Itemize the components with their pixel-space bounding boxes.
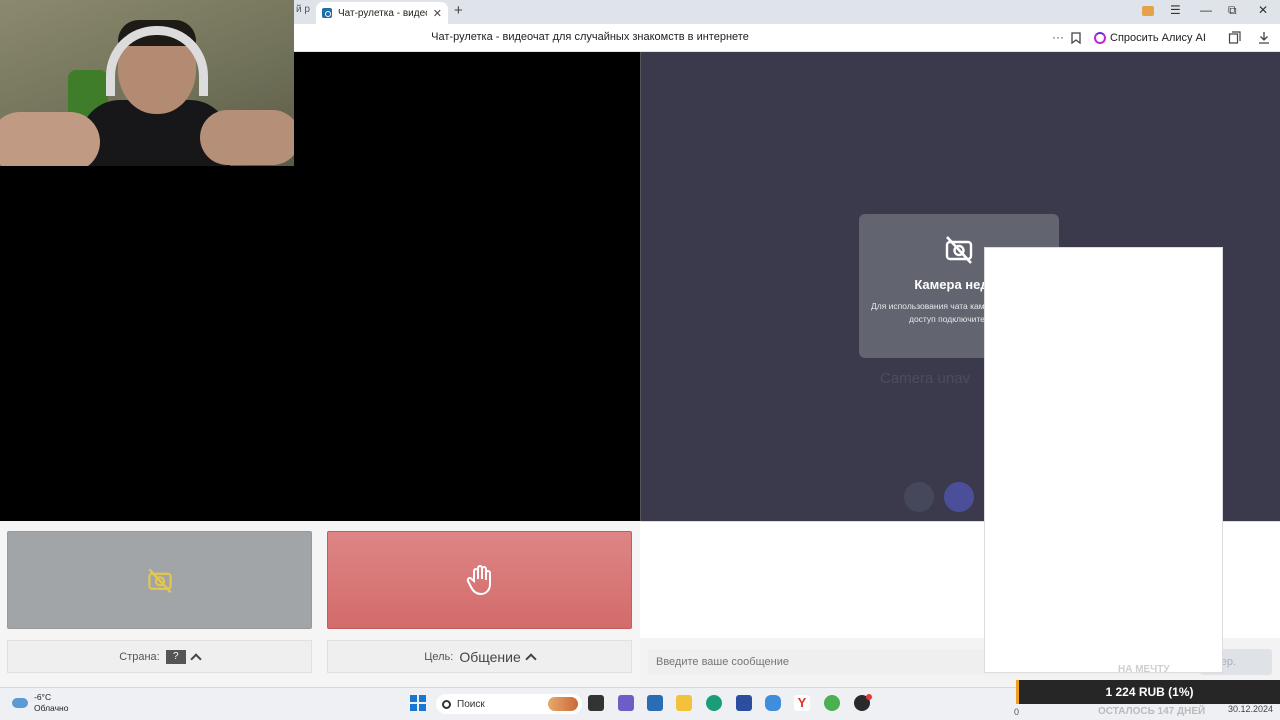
taskview-icon[interactable] <box>588 695 604 711</box>
tray-indicator: 0 <box>1014 707 1020 717</box>
camera-toggle-button[interactable] <box>944 482 974 512</box>
donation-amount: 1 224 RUB (1%) <box>1105 685 1194 699</box>
edge-icon[interactable] <box>706 695 722 711</box>
chevron-up-icon <box>525 652 537 665</box>
more-icon[interactable]: ··· <box>1052 30 1064 44</box>
extension-icon[interactable] <box>1142 6 1154 16</box>
store-icon[interactable] <box>647 695 663 711</box>
search-highlight-image <box>548 697 578 711</box>
collections-icon[interactable] <box>1228 31 1241 44</box>
cloud-icon <box>12 698 28 708</box>
maximize-button[interactable]: ⧉ <box>1228 3 1237 18</box>
alisa-icon <box>1094 32 1106 44</box>
chat-app-icon[interactable] <box>765 695 781 711</box>
weather-temp: -6°C <box>34 692 52 702</box>
menu-icon[interactable]: ☰ <box>1170 3 1181 17</box>
goal-select[interactable]: Цель: Общение <box>327 640 632 673</box>
camera-off-icon <box>945 236 973 264</box>
tab-previous[interactable]: й р <box>296 4 310 15</box>
tab-title: Чат-рулетка - видеоча <box>338 7 427 19</box>
microphone-button[interactable] <box>904 482 934 512</box>
site-favicon-icon <box>322 8 332 18</box>
donation-days-left: ОСТАЛОСЬ 147 ДНЕЙ <box>1098 706 1206 717</box>
file-explorer-icon[interactable] <box>676 695 692 711</box>
tray-date[interactable]: 30.12.2024 <box>1228 704 1273 714</box>
country-flag-unknown: ? <box>165 649 186 664</box>
new-tab-button[interactable]: + <box>454 2 463 19</box>
blank-popup <box>984 247 1223 673</box>
donation-progress-bar: 1 224 RUB (1%) <box>1016 680 1280 704</box>
chevron-up-icon <box>190 652 202 665</box>
hand-icon <box>466 565 491 596</box>
minimize-button[interactable]: — <box>1200 3 1212 17</box>
mail-icon[interactable] <box>736 695 752 711</box>
search-icon <box>442 699 451 709</box>
bookmark-icon[interactable] <box>1071 32 1081 44</box>
yandex-browser-icon[interactable]: Y <box>794 695 810 711</box>
download-icon[interactable] <box>1258 31 1270 44</box>
utorrent-icon[interactable] <box>824 695 840 711</box>
country-label: Страна: <box>119 650 160 663</box>
windows-start-icon[interactable] <box>410 695 426 711</box>
goal-value: Общение <box>459 648 521 665</box>
camera-unavailable-faint-text: Camera unav <box>880 370 971 387</box>
goal-label: Цель: <box>424 650 454 663</box>
weather-widget[interactable]: -6°C Облачно <box>12 692 68 714</box>
camera-off-icon <box>147 568 172 594</box>
taskbar-search[interactable]: Поиск <box>436 694 582 714</box>
donation-goal-label: НА МЕЧТУ <box>1118 664 1170 675</box>
ask-alisa-button[interactable]: Спросить Алису AI <box>1094 29 1206 47</box>
stop-button[interactable] <box>7 531 312 629</box>
close-window-button[interactable]: ✕ <box>1258 3 1268 17</box>
country-select[interactable]: Страна: ? <box>7 640 312 673</box>
weather-desc: Облачно <box>34 703 69 713</box>
ask-alisa-label: Спросить Алису AI <box>1110 32 1206 44</box>
search-label: Поиск <box>457 698 485 710</box>
start-button[interactable] <box>327 531 632 629</box>
recording-badge <box>866 694 872 700</box>
tab-chat-roulette[interactable]: Чат-рулетка - видеоча ✕ <box>316 2 448 24</box>
teams-icon[interactable] <box>618 695 634 711</box>
tab-close-icon[interactable]: ✕ <box>433 7 442 20</box>
webcam-preview <box>0 0 294 166</box>
